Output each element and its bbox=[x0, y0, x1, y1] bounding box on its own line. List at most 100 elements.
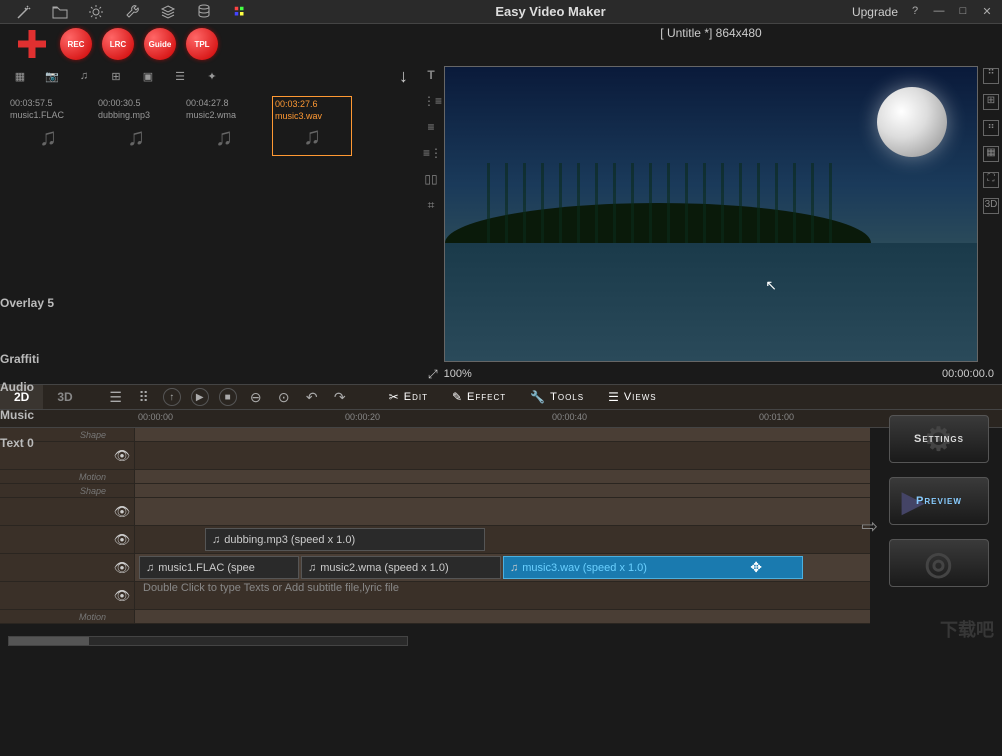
media-time: 00:03:57.5 bbox=[10, 98, 53, 108]
media-name: music3.wav bbox=[275, 111, 322, 121]
export-button[interactable]: ◎ bbox=[889, 539, 989, 587]
preview-panel: T ⋮≡ ≡ ≡⋮ ▯▯ ⌗ ↖ ⠛ ⊞ ⠶ ▦ ⛶ 3D bbox=[420, 64, 1002, 384]
edit-menu[interactable]: ✂Edit bbox=[389, 390, 428, 404]
guide-button[interactable]: Guide bbox=[144, 28, 176, 60]
align-left-icon[interactable]: ⋮≡ bbox=[423, 94, 439, 110]
rec-button[interactable]: REC bbox=[60, 28, 92, 60]
list-icon[interactable]: ☰ bbox=[172, 68, 188, 84]
gear-icon[interactable] bbox=[87, 3, 105, 21]
text-tool-icon[interactable]: T bbox=[423, 68, 439, 84]
arrow-right-icon[interactable]: ⇨ bbox=[861, 514, 878, 539]
media-item[interactable]: 00:03:57.5 music1.FLAC ♫ bbox=[8, 96, 88, 156]
settings-button[interactable]: ⚙ Settings bbox=[889, 415, 989, 463]
track-content[interactable] bbox=[134, 498, 870, 525]
layers-icon[interactable] bbox=[159, 3, 177, 21]
note-icon: ♫ bbox=[215, 124, 233, 152]
top-align-icon[interactable]: ⠛ bbox=[983, 68, 999, 84]
visibility-toggle[interactable]: 👁 bbox=[110, 588, 134, 604]
note-icon: ♫ bbox=[146, 562, 154, 574]
text-placeholder: Double Click to type Texts or Add subtit… bbox=[135, 582, 399, 594]
ruler-mark: 00:00:40 bbox=[552, 412, 587, 422]
app-title: Easy Video Maker bbox=[249, 4, 852, 19]
lrc-button[interactable]: LRC bbox=[102, 28, 134, 60]
track-content[interactable] bbox=[134, 442, 870, 469]
camera-icon[interactable]: 📷 bbox=[44, 68, 60, 84]
timeline-ruler[interactable]: 00:00:00 00:00:20 00:00:40 00:01:00 bbox=[0, 410, 1002, 428]
tools-menu[interactable]: 🔧Tools bbox=[530, 390, 584, 404]
visibility-toggle[interactable]: 👁 bbox=[110, 532, 134, 548]
media-item[interactable]: 00:00:30.5 dubbing.mp3 ♫ bbox=[96, 96, 176, 156]
views-menu[interactable]: ☰Views bbox=[608, 390, 657, 404]
music-clip-2[interactable]: ♫ music2.wma (speed x 1.0) bbox=[301, 556, 501, 579]
undo-icon[interactable]: ↶ bbox=[303, 388, 321, 406]
preview-viewport[interactable]: ↖ bbox=[444, 66, 978, 362]
timeline: Shape Overlay 5 👁 Motion Shape Graffiti … bbox=[0, 428, 870, 624]
snap-icon[interactable]: ▦ bbox=[983, 146, 999, 162]
grid-icon[interactable]: ⊞ bbox=[108, 68, 124, 84]
close-button[interactable]: ✕ bbox=[980, 5, 994, 19]
up-arrow-icon[interactable]: ↑ bbox=[163, 388, 181, 406]
fullscreen-icon[interactable]: ⤢ bbox=[428, 367, 438, 382]
track-content[interactable]: ♫ dubbing.mp3 (speed x 1.0) bbox=[134, 526, 870, 553]
note-icon: ♫ bbox=[308, 562, 316, 574]
track-content[interactable]: ♫ music1.FLAC (spee ♫ music2.wma (speed … bbox=[134, 554, 870, 581]
plugin-icon[interactable]: ✦ bbox=[204, 68, 220, 84]
help-button[interactable]: ? bbox=[908, 5, 922, 19]
media-time: 00:04:27.8 bbox=[186, 98, 229, 108]
watermark: 下载吧 bbox=[940, 616, 994, 642]
note-icon: ♫ bbox=[303, 123, 321, 151]
effect-menu[interactable]: ✎Effect bbox=[452, 390, 506, 404]
visibility-toggle[interactable]: 👁 bbox=[110, 560, 134, 576]
media-item[interactable]: 00:03:27.6 music3.wav ♫ bbox=[272, 96, 352, 156]
aspect-icon[interactable]: ⛶ bbox=[983, 172, 999, 188]
grid-view-icon[interactable]: ⠿ bbox=[135, 388, 153, 406]
maximize-button[interactable]: □ bbox=[956, 5, 970, 19]
tpl-button[interactable]: TPL bbox=[186, 28, 218, 60]
preview-button[interactable]: ▶ Preview bbox=[889, 477, 989, 525]
music-icon[interactable]: ♫ bbox=[76, 68, 92, 84]
music-clip-1[interactable]: ♫ music1.FLAC (spee bbox=[139, 556, 299, 579]
minimize-button[interactable]: — bbox=[932, 5, 946, 19]
note-icon: ♫ bbox=[39, 124, 57, 152]
folder-icon[interactable] bbox=[51, 3, 69, 21]
visibility-toggle[interactable]: 👁 bbox=[110, 448, 134, 464]
redo-icon[interactable]: ↷ bbox=[331, 388, 349, 406]
move-cursor-icon: ✥ bbox=[750, 559, 762, 576]
scissors-icon: ✂ bbox=[389, 390, 400, 404]
audio-clip[interactable]: ♫ dubbing.mp3 (speed x 1.0) bbox=[205, 528, 485, 551]
music-clip-3[interactable]: ♫ music3.wav (speed x 1.0) ✥ bbox=[503, 556, 803, 579]
middle-align-icon[interactable]: ⊞ bbox=[983, 94, 999, 110]
play-icon[interactable]: ▶ bbox=[191, 388, 209, 406]
bottom-align-icon[interactable]: ⠶ bbox=[983, 120, 999, 136]
download-icon[interactable]: ↓ bbox=[399, 66, 408, 87]
ruler-mark: 00:00:20 bbox=[345, 412, 380, 422]
columns-icon[interactable]: ▯▯ bbox=[423, 172, 439, 188]
3d-icon[interactable]: 3D bbox=[983, 198, 999, 214]
wand-icon[interactable] bbox=[15, 3, 33, 21]
stop-icon[interactable]: ■ bbox=[219, 388, 237, 406]
zoom-out-icon[interactable]: ⊖ bbox=[247, 388, 265, 406]
media-item[interactable]: 00:04:27.8 music2.wma ♫ bbox=[184, 96, 264, 156]
media-time: 00:00:30.5 bbox=[98, 98, 141, 108]
zoom-fit-icon[interactable]: ⊙ bbox=[275, 388, 293, 406]
wrench-icon: 🔧 bbox=[530, 390, 546, 404]
titlebar: Easy Video Maker Upgrade ? — □ ✕ bbox=[0, 0, 1002, 24]
align-right-icon[interactable]: ≡⋮ bbox=[423, 146, 439, 162]
visibility-toggle[interactable]: 👁 bbox=[110, 504, 134, 520]
scrollbar-thumb[interactable] bbox=[9, 637, 89, 645]
track-label-text0: Text 0 bbox=[0, 436, 110, 756]
clip-label: music3.wav (speed x 1.0) bbox=[522, 562, 647, 574]
colors-icon[interactable] bbox=[231, 3, 249, 21]
media-name: music2.wma bbox=[186, 110, 236, 120]
grid-tool-icon[interactable]: ⌗ bbox=[423, 198, 439, 214]
image-icon[interactable]: ▣ bbox=[140, 68, 156, 84]
film-icon[interactable]: ▦ bbox=[12, 68, 28, 84]
horizontal-scrollbar[interactable] bbox=[8, 636, 408, 646]
database-icon[interactable] bbox=[195, 3, 213, 21]
align-center-icon[interactable]: ≡ bbox=[423, 120, 439, 136]
clip-label: music1.FLAC (spee bbox=[158, 562, 255, 574]
upgrade-link[interactable]: Upgrade bbox=[852, 5, 898, 19]
wrench-icon[interactable] bbox=[123, 3, 141, 21]
track-content-text[interactable]: Double Click to type Texts or Add subtit… bbox=[134, 582, 870, 609]
add-button[interactable] bbox=[14, 26, 50, 62]
